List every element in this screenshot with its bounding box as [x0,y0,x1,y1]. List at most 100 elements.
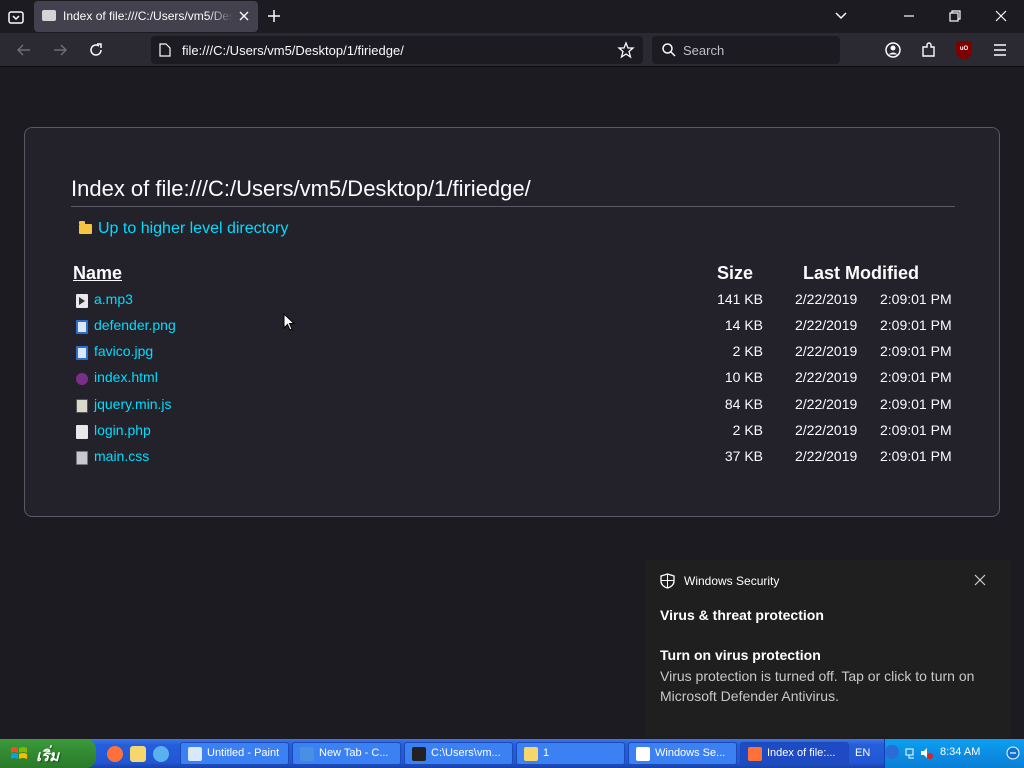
taskbar-button-label: Index of file:... [767,747,836,759]
notification-body: Virus protection is turned off. Tap or c… [660,668,975,704]
file-doc-icon [76,425,88,439]
file-time: 2:09:01 PM [880,291,952,307]
column-header-name[interactable]: Name [73,263,122,284]
forward-arrow-icon[interactable] [51,41,69,59]
taskbar-button-label: New Tab - C... [319,747,389,759]
taskbar-button-label: C:\Users\vm... [431,747,501,759]
taskbar-button[interactable]: Untitled - Paint [180,742,289,765]
file-time: 2:09:01 PM [880,369,952,385]
clock[interactable]: 8:34 AM [940,746,980,758]
minimize-icon[interactable] [901,8,917,24]
ie-quicklaunch-icon[interactable] [153,746,169,762]
taskbar-button[interactable]: 1 [516,742,625,765]
column-header-last-modified[interactable]: Last Modified [803,263,919,284]
file-img-icon [76,346,88,360]
file-html-icon [76,373,88,385]
address-bar[interactable]: file:///C:/Users/vm5/Desktop/1/firiedge/ [151,36,643,64]
back-arrow-icon[interactable] [15,41,33,59]
file-time: 2:09:01 PM [880,396,952,412]
file-size: 2 KB [732,422,763,438]
new-tab-plus-icon[interactable] [266,8,282,24]
page-icon [159,43,171,57]
search-icon [662,43,676,57]
column-header-size[interactable]: Size [717,263,753,284]
file-name-link[interactable]: main.css [94,448,149,464]
menu-hamburger-icon[interactable] [991,41,1009,59]
file-date: 2/22/2019 [795,396,858,412]
file-size: 10 KB [724,369,763,385]
start-button[interactable]: เริ่ม [0,739,96,768]
file-date: 2/22/2019 [795,291,858,307]
taskbar-button-label: Windows Se... [655,747,726,759]
file-name-link[interactable]: favico.jpg [94,343,153,359]
file-date: 2/22/2019 [795,369,858,385]
close-tab-icon[interactable] [237,9,251,23]
file-time: 2:09:01 PM [880,422,952,438]
taskbar-button[interactable]: Index of file:... [740,742,849,765]
search-placeholder: Search [683,43,725,58]
file-date: 2/22/2019 [795,343,858,359]
notification-subtitle: Turn on virus protection [660,647,821,663]
file-time: 2:09:01 PM [880,317,952,333]
file-time: 2:09:01 PM [880,448,952,464]
file-name-link[interactable]: defender.png [94,317,176,333]
file-name-link[interactable]: login.php [94,422,151,438]
file-name-link[interactable]: jquery.min.js [94,396,172,412]
taskbar-app-icon [524,747,538,761]
taskbar-button[interactable]: C:\Users\vm... [404,742,513,765]
file-date: 2/22/2019 [795,422,858,438]
notification-center-icon[interactable] [1006,746,1020,760]
file-name-link[interactable]: index.html [94,369,158,385]
up-directory-link[interactable]: Up to higher level directory [79,220,288,238]
reload-icon[interactable] [87,41,105,59]
file-name-link[interactable]: a.mp3 [94,291,133,307]
file-row: defender.png 14 KB 2/22/2019 2:09:01 PM [25,314,999,338]
file-size: 141 KB [717,291,763,307]
windows-security-notification[interactable]: Windows Security Virus & threat protecti… [646,560,1010,738]
file-row: index.html 10 KB 2/22/2019 2:09:01 PM [25,366,999,390]
directory-listing-panel: Index of file:///C:/Users/vm5/Desktop/1/… [24,127,1000,517]
volume-muted-icon[interactable] [919,746,933,760]
file-date: 2/22/2019 [795,317,858,333]
extensions-puzzle-icon[interactable] [920,41,938,59]
bookmark-star-icon[interactable] [617,41,635,59]
notification-title: Virus & threat protection [660,607,824,623]
list-all-tabs-chevron-icon[interactable] [833,8,849,24]
firefox-quicklaunch-icon[interactable] [107,746,123,762]
url-text[interactable]: file:///C:/Users/vm5/Desktop/1/firiedge/ [182,43,404,58]
tab-strip: Index of file:///C:/Users/vm5/Desktop/1/… [0,0,1024,33]
close-notification-icon[interactable] [974,574,986,586]
file-size: 2 KB [732,343,763,359]
mouse-cursor-icon [283,313,295,331]
taskbar-button-label: 1 [543,747,550,759]
start-label: เริ่ม [36,748,60,765]
taskbar: เริ่ม Untitled - Paint New Tab - C... C:\U… [0,739,1024,768]
explorer-quicklaunch-icon[interactable] [130,746,146,762]
file-row: main.css 37 KB 2/22/2019 2:09:01 PM [25,445,999,469]
windows-flag-icon [11,747,27,759]
file-size: 14 KB [724,317,763,333]
network-icon[interactable] [905,746,919,760]
tab-active[interactable]: Index of file:///C:/Users/vm5/Desktop/1/… [34,1,258,32]
file-mp3-icon [76,294,88,308]
system-tray: 8:34 AM [884,739,1024,768]
account-icon[interactable] [884,41,902,59]
file-row: jquery.min.js 84 KB 2/22/2019 2:09:01 PM [25,393,999,417]
search-bar[interactable]: Search [652,36,840,64]
file-js-icon [76,399,88,413]
file-time: 2:09:01 PM [880,343,952,359]
taskbar-button[interactable]: Windows Se... [628,742,737,765]
file-size: 37 KB [724,448,763,464]
shield-icon [660,573,675,589]
language-indicator[interactable]: EN [855,747,870,759]
ublock-origin-icon[interactable]: uO [956,41,972,59]
taskbar-app-icon [412,747,426,761]
close-window-icon[interactable] [993,8,1009,24]
tab-list-icon[interactable] [6,7,26,27]
up-directory-label[interactable]: Up to higher level directory [98,220,288,238]
taskbar-button[interactable]: New Tab - C... [292,742,401,765]
file-row: a.mp3 141 KB 2/22/2019 2:09:01 PM [25,288,999,312]
restore-icon[interactable] [947,8,963,24]
show-hidden-icons-chevron-icon[interactable] [885,745,899,759]
taskbar-app-icon [188,747,202,761]
